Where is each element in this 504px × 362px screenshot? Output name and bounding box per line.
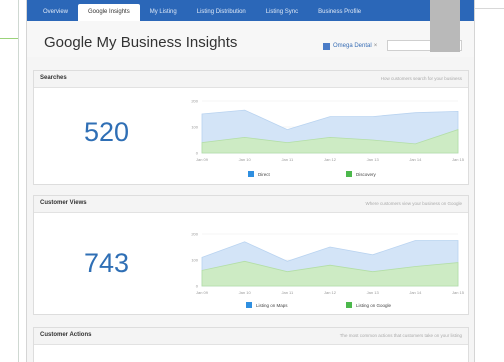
x-tick-label: Jan 12 <box>324 290 337 295</box>
views-chart: 200 100 0Jan 09 Jan 10 Jan 11 Jan 12 Jan 13 Jan… <box>191 232 464 296</box>
y-tick-label: 100 <box>191 125 198 130</box>
customer-actions-panel: Customer Actions The most common actions… <box>33 327 469 362</box>
views-title: Customer Views <box>40 200 87 206</box>
tab-listing-sync[interactable]: Listing Sync <box>256 4 308 21</box>
legend-swatch-discovery <box>346 171 352 177</box>
searches-title: Searches <box>40 75 67 81</box>
business-chip[interactable]: Omega Dental × <box>323 40 377 52</box>
x-tick-label: Jan 13 <box>367 290 380 295</box>
searches-panel-header: Searches How customers search for your b… <box>34 71 468 88</box>
x-tick-label: Jan 09 <box>196 290 209 295</box>
legend-label-direct: Direct <box>258 171 270 177</box>
searches-total: 520 <box>83 117 130 147</box>
tab-google-insights[interactable]: Google Insights <box>78 4 140 21</box>
actions-title: Customer Actions <box>40 332 92 338</box>
x-tick-label: Jan 10 <box>239 290 252 295</box>
x-tick-label: Jan 14 <box>409 290 422 295</box>
actions-panel-header: Customer Actions The most common actions… <box>34 328 468 345</box>
tab-listing-distribution[interactable]: Listing Distribution <box>187 4 256 21</box>
legend-swatch-direct <box>248 171 254 177</box>
business-chip-label: Omega Dental <box>333 43 372 49</box>
tab-my-listing[interactable]: My Listing <box>140 4 187 21</box>
y-tick-label: 200 <box>191 99 198 104</box>
tab-overview[interactable]: Overview <box>33 4 78 21</box>
x-tick-label: Jan 14 <box>409 157 422 162</box>
background-divider <box>18 0 19 362</box>
x-tick-label: Jan 15 <box>452 290 464 295</box>
legend-discovery: Discovery <box>346 171 376 177</box>
customer-views-panel: Customer Views Where customers view your… <box>33 195 469 315</box>
legend-maps: Listing on Maps <box>246 302 288 308</box>
legend-google: Listing on Google <box>346 302 391 308</box>
tab-business-profile[interactable]: Business Profile <box>308 4 371 21</box>
legend-label-discovery: Discovery <box>356 171 376 177</box>
x-tick-label: Jan 11 <box>281 157 293 162</box>
legend-swatch-google <box>346 302 352 308</box>
background-line <box>0 38 18 39</box>
x-tick-label: Jan 10 <box>239 157 252 162</box>
y-tick-label: 200 <box>191 232 198 237</box>
x-tick-label: Jan 12 <box>324 157 337 162</box>
views-description: Where customers view your business on Go… <box>365 201 462 206</box>
x-tick-label: Jan 15 <box>452 157 464 162</box>
business-icon <box>323 42 330 50</box>
x-tick-label: Jan 11 <box>281 290 293 295</box>
legend-swatch-maps <box>246 302 252 308</box>
y-tick-label: 100 <box>191 258 198 263</box>
searches-panel: Searches How customers search for your b… <box>33 70 469 185</box>
searches-chart: 200 100 0Jan 09 Jan 10 Jan 11 Jan 12 Jan 13 Jan… <box>191 99 464 163</box>
y-tick-label: 0 <box>196 284 199 289</box>
actions-description: The most common actions that customers t… <box>339 333 462 338</box>
legend-direct: Direct <box>248 171 270 177</box>
searches-description: How customers search for your business <box>380 76 462 81</box>
legend-label-google: Listing on Google <box>356 302 392 308</box>
page-title: Google My Business Insights <box>44 34 238 51</box>
top-nav: Overview Google Insights My Listing List… <box>27 0 474 21</box>
page-header: Google My Business Insights Omega Dental… <box>27 21 474 57</box>
y-tick-label: 0 <box>196 151 199 156</box>
x-tick-label: Jan 13 <box>367 157 380 162</box>
legend-label-maps: Listing on Maps <box>256 302 288 308</box>
views-total: 743 <box>83 248 130 278</box>
close-icon[interactable]: × <box>374 43 378 49</box>
views-panel-header: Customer Views Where customers view your… <box>34 196 468 213</box>
insights-app: Overview Google Insights My Listing List… <box>26 0 475 362</box>
x-tick-label: Jan 09 <box>196 157 209 162</box>
overlay-block <box>430 0 460 52</box>
